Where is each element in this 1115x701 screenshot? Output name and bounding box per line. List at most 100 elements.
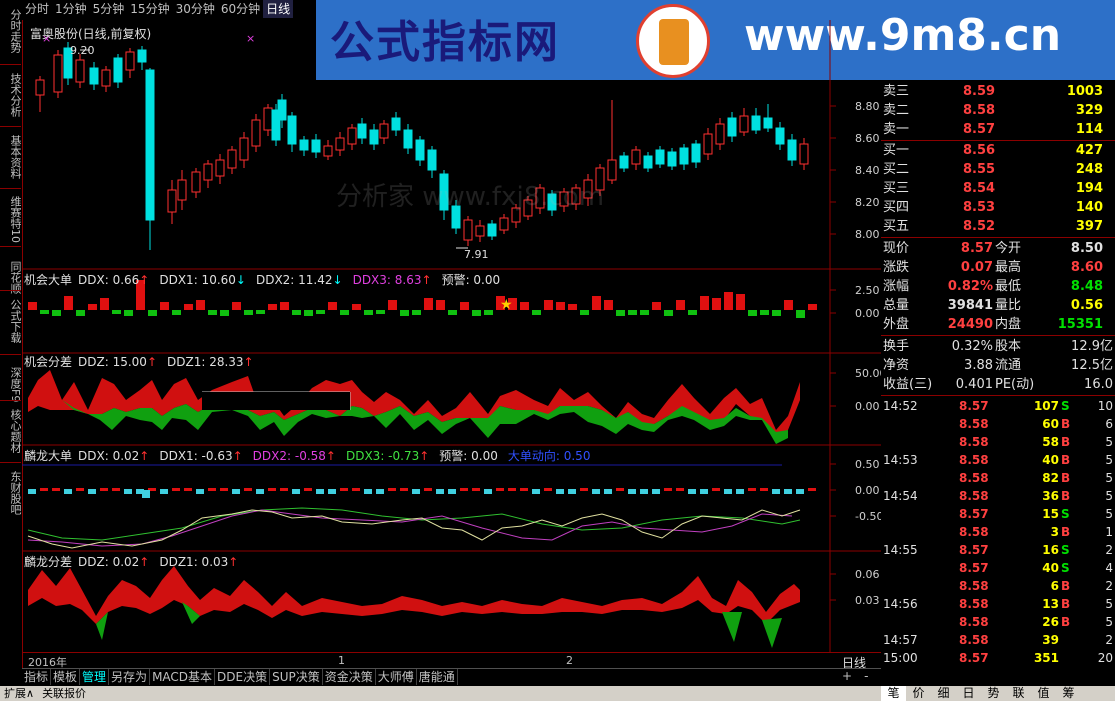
order-book-row: 卖二 8.58 329 (881, 101, 1115, 120)
right-tab-1[interactable]: 价 (906, 686, 931, 701)
status-tab-0[interactable]: 扩展∧ (0, 686, 38, 701)
left-tab-2[interactable]: 基本资料 (0, 128, 22, 186)
ind3-bar (160, 489, 168, 494)
ind4-area-green (722, 612, 742, 642)
candle-body (775, 127, 785, 145)
order-label: 卖三 (883, 84, 910, 99)
left-tab-0[interactable]: 分时走势 (0, 2, 22, 60)
status-tab-1[interactable]: 关联报价 (38, 686, 90, 701)
left-tab-1[interactable]: 技术分析 (0, 66, 22, 124)
quote-value: 0.56 (1070, 298, 1103, 313)
tick-row: 14:52 8.57 107 S 10 (881, 397, 1115, 415)
ind3-bar (496, 488, 504, 491)
period-tab-4[interactable]: 30分钟 (173, 0, 218, 18)
right-tab-4[interactable]: 势 (981, 686, 1006, 701)
ind4-value-text: DDZ1: 0.03 (159, 555, 229, 569)
bottom-tab-8[interactable]: 大师傅 (376, 669, 417, 685)
tick-price: 8.58 (959, 615, 989, 629)
zoom-control-0[interactable]: + (842, 669, 852, 683)
bottom-tab-9[interactable]: 唐能通 (417, 669, 458, 685)
chart-area[interactable]: 8.80 8.60 8.40 8.20 8.00 2.50 0.00 50.00 0.00 0.5… (22, 20, 881, 668)
tick-count: 20 (1097, 651, 1113, 665)
order-price: 8.54 (963, 181, 996, 196)
y-tick-label: 50.00 (855, 367, 881, 380)
ind1-bar (76, 310, 85, 316)
ind1-bar (544, 300, 553, 310)
ind3-bar (40, 488, 48, 491)
y-tick-label: 0.50 (855, 458, 880, 471)
ind3-bar (784, 489, 792, 494)
left-tab-8[interactable]: 东财股吧 (0, 464, 22, 522)
tick-side: S (1061, 399, 1070, 413)
quote-label: 外盘 (883, 317, 910, 332)
right-tab-0[interactable]: 笔 (881, 686, 906, 701)
left-tab-7[interactable]: 核心题材 (0, 402, 22, 460)
period-tab-3[interactable]: 15分钟 (127, 0, 172, 18)
tick-side: S (1061, 543, 1070, 557)
ind1-value-text: 预警: 0.00 (441, 273, 501, 287)
ind1-bar (40, 310, 49, 314)
bottom-tab-3[interactable]: 另存为 (109, 669, 151, 685)
period-tab-5[interactable]: 60分钟 (218, 0, 263, 18)
zoom-control-1[interactable]: - (864, 669, 868, 683)
bottom-tab-bar: 指标 模板 管理 另存为 MACD基本 DDE决策 SUP决策 资金决策 大师傅 唐能通 (22, 668, 881, 687)
ind1-bar (436, 300, 445, 310)
tick-time: 14:56 (883, 597, 918, 611)
order-price: 8.59 (963, 84, 996, 99)
ind3-value-text: DDX: 0.02 (78, 449, 140, 463)
left-tab-divider (0, 290, 21, 291)
bottom-tab-5[interactable]: DDE决策 (215, 669, 271, 685)
right-tab-5[interactable]: 联 (1006, 686, 1031, 701)
y-tick-label: 8.80 (855, 100, 880, 113)
star-icon: ★ (500, 297, 513, 313)
tick-time: 14:55 (883, 543, 918, 557)
period-tab-1[interactable]: 1分钟 (52, 0, 90, 18)
tick-price: 8.58 (959, 471, 989, 485)
bottom-tab-2[interactable]: 管理 (80, 669, 110, 685)
ind3-line-green (27, 507, 801, 541)
tick-count: 5 (1105, 615, 1113, 629)
right-tab-6[interactable]: 值 (1031, 686, 1056, 701)
ind3-value-text: DDX3: -0.73 (345, 449, 420, 463)
left-tab-5[interactable]: 公式下载 (0, 292, 22, 350)
low-marker-label: 7.91 (464, 248, 489, 261)
ind3-bar (460, 488, 468, 491)
ind1-bar (172, 310, 181, 315)
left-tab-3[interactable]: 维赛特10 (0, 190, 22, 248)
ind3-value-2: DDX2: -0.58↑ (253, 449, 336, 463)
stats-label: 换手 (883, 339, 910, 354)
right-tab-2[interactable]: 细 (931, 686, 956, 701)
ind2-arrow: ↑ (146, 355, 157, 369)
bottom-tab-4[interactable]: MACD基本 (150, 669, 216, 685)
ind1-bar (712, 298, 721, 310)
tick-side: B (1061, 489, 1071, 503)
y-tick-label: 0.06 (855, 568, 880, 581)
tick-volume: 82 (1042, 471, 1059, 485)
period-tab-2[interactable]: 5分钟 (90, 0, 128, 18)
ind1-bar (580, 310, 589, 315)
order-book-row: 买四 8.53 140 (881, 198, 1115, 217)
period-tab-6[interactable]: 日线 (263, 0, 294, 18)
signal-marker: × (246, 32, 255, 45)
ind1-bar (652, 302, 661, 310)
tick-count: 5 (1105, 435, 1113, 449)
bottom-tab-0[interactable]: 指标 (22, 669, 52, 685)
right-tab-7[interactable]: 筹 (1056, 686, 1081, 701)
tick-row: 8.58 58 B 5 (881, 433, 1115, 451)
ind3-bar (208, 488, 216, 491)
ind1-bar (664, 310, 673, 316)
bottom-tab-6[interactable]: SUP决策 (270, 669, 323, 685)
ind1-bar (148, 310, 157, 316)
candle-body (137, 49, 147, 63)
ind3-bar (808, 488, 816, 491)
bottom-tab-1[interactable]: 模板 (51, 669, 81, 685)
tick-volume: 6 (1050, 579, 1059, 593)
ind4-arrow: ↑ (228, 555, 239, 569)
bottom-tab-7[interactable]: 资金决策 (323, 669, 376, 685)
quote-value: 8.50 (1070, 241, 1103, 256)
right-tab-3[interactable]: 日 (956, 686, 981, 701)
ind3-bar (316, 489, 324, 494)
period-tab-0[interactable]: 分时 (22, 0, 52, 18)
ind1-bar (772, 310, 781, 316)
candle-body (679, 147, 689, 165)
